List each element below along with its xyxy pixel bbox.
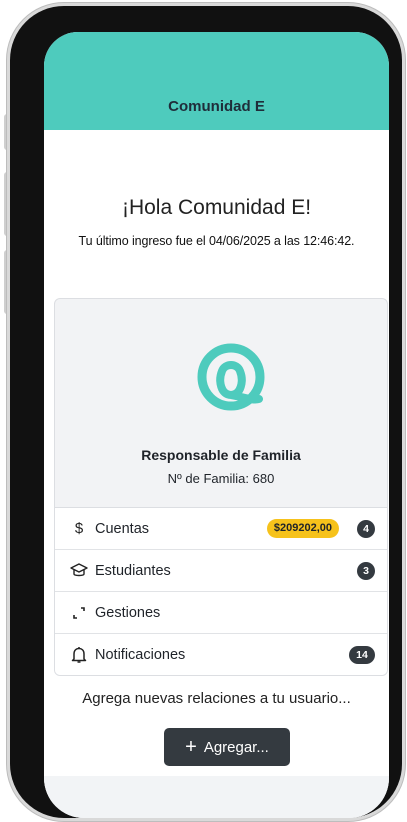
menu-item-notificaciones[interactable]: Notificaciones 14 [55, 634, 387, 675]
count-badge: 14 [349, 646, 375, 664]
menu-item-gestiones[interactable]: Gestiones [55, 592, 387, 634]
app-screen: Comunidad E ¡Hola Comunidad E! Tu último… [44, 32, 389, 818]
dollar-icon: $ [74, 520, 84, 537]
menu-list: $ Cuentas $209202,00 4 Estudiantes 3 Ges… [55, 507, 387, 675]
app-logo-icon [197, 343, 265, 411]
add-button[interactable]: + Agregar... [164, 728, 290, 766]
bell-icon [69, 646, 89, 664]
welcome-greeting: ¡Hola Comunidad E! [121, 196, 312, 219]
bottom-bar [44, 776, 389, 818]
menu-item-label: Estudiantes [95, 562, 171, 579]
app-header: Comunidad E [44, 32, 389, 130]
family-number: Nº de Familia: 680 [167, 471, 275, 486]
profile-role: Responsable de Familia [141, 447, 301, 463]
menu-item-label: Cuentas [95, 520, 150, 537]
phone-frame: Comunidad E ¡Hola Comunidad E! Tu último… [10, 6, 402, 818]
plus-icon: + [185, 736, 197, 758]
page-title: Comunidad E [168, 98, 265, 115]
count-badge: 3 [357, 562, 375, 580]
menu-item-label: Notificaciones [95, 646, 186, 663]
add-relations-prompt: Agrega nuevas relaciones a tu usuario... [82, 690, 351, 707]
menu-item-cuentas[interactable]: $ Cuentas $209202,00 4 [55, 508, 387, 550]
balance-badge: $209202,00 [266, 519, 339, 538]
last-login-text: Tu último ingreso fue el 04/06/2025 a la… [78, 234, 355, 248]
add-button-label: Agregar... [203, 738, 269, 756]
menu-item-label: Gestiones [95, 604, 161, 621]
profile-card: Responsable de Familia Nº de Familia: 68… [54, 298, 388, 676]
graduation-cap-icon [69, 562, 89, 579]
menu-item-estudiantes[interactable]: Estudiantes 3 [55, 550, 387, 592]
expand-corners-icon [69, 605, 89, 621]
count-badge: 4 [357, 520, 375, 538]
